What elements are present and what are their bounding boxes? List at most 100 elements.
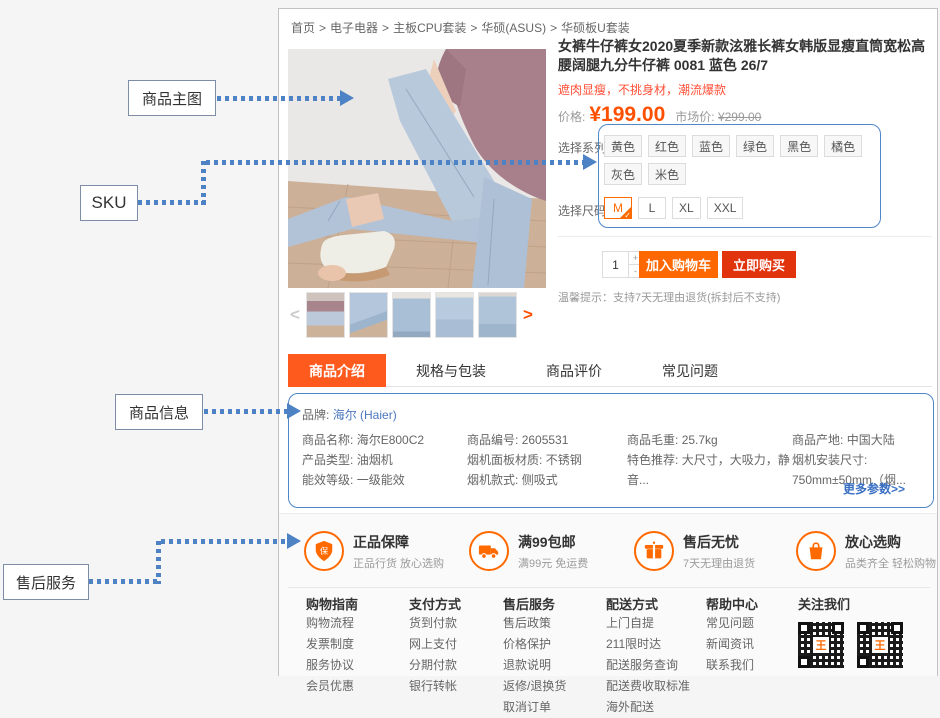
qr-code: 王	[857, 622, 903, 668]
footer-link[interactable]: 服务协议	[306, 655, 358, 676]
footer-column-payment: 支付方式 货到付款 网上支付 分期付款 银行转帐	[409, 594, 461, 697]
service-desc: 7天无理由退货	[683, 555, 755, 571]
qr-logo: 王	[872, 637, 888, 653]
thumbnail[interactable]	[349, 292, 388, 338]
buy-now-button[interactable]: 立即购买	[722, 251, 796, 278]
market-price-value: ¥299.00	[718, 110, 761, 124]
return-policy-tip: 温馨提示：支持7天无理由退货(拆封后不支持)	[558, 289, 780, 305]
annotation-service-arrowhead-icon	[287, 533, 301, 549]
annotation-main-image-arrowhead-icon	[340, 90, 354, 106]
annotation-main-image-label: 商品主图	[128, 80, 216, 116]
qr-finder	[798, 656, 810, 668]
annotation-info-arrowhead-icon	[287, 403, 301, 419]
service-item-shipping: 满99包邮 满99元 免运费	[469, 531, 588, 571]
divider	[288, 587, 930, 588]
breadcrumb-item[interactable]: 电子电器	[330, 21, 378, 35]
service-title: 放心选购	[845, 532, 936, 552]
bag-icon	[796, 531, 836, 571]
footer-column-shopping-guide: 购物指南 购物流程 发票制度 服务协议 会员优惠	[306, 594, 358, 697]
annotation-service-arrow-line	[156, 541, 161, 584]
giftbox-icon	[634, 531, 674, 571]
tab-faq[interactable]: 常见问题	[632, 354, 748, 387]
tab-reviews[interactable]: 商品评价	[516, 354, 632, 387]
breadcrumb-item[interactable]: 华硕板U套装	[561, 21, 630, 35]
tab-spec-package[interactable]: 规格与包装	[386, 354, 516, 387]
thumbnail[interactable]	[392, 292, 431, 338]
quantity-input[interactable]: 1	[602, 251, 629, 278]
spec-column: 商品毛重: 25.7kg 特色推荐: 大尺寸，大吸力，静音...	[627, 430, 792, 490]
annotation-info-arrow-line	[204, 409, 288, 414]
divider	[558, 236, 932, 237]
brand-link[interactable]: 海尔 (Haier)	[333, 408, 397, 422]
footer-link[interactable]: 货到付款	[409, 613, 461, 634]
breadcrumb-item[interactable]: 华硕(ASUS)	[481, 21, 546, 35]
breadcrumb-item[interactable]: 首页	[291, 21, 315, 35]
footer-column-title: 配送方式	[606, 594, 690, 613]
footer-link[interactable]: 发票制度	[306, 634, 358, 655]
footer-link[interactable]: 配送费收取标准	[606, 676, 690, 697]
breadcrumb-separator: >	[550, 21, 557, 35]
service-desc: 品类齐全 轻松购物	[845, 555, 936, 571]
annotation-sku-arrow-line	[206, 160, 583, 165]
thumbnail[interactable]	[478, 292, 517, 338]
footer-link[interactable]: 211限时达	[606, 634, 690, 655]
footer-link[interactable]: 分期付款	[409, 655, 461, 676]
footer-link[interactable]: 常见问题	[706, 613, 758, 634]
thumbnail[interactable]	[306, 292, 345, 338]
footer-column-aftersale: 售后服务 售后政策 价格保护 退款说明 返修/退换货 取消订单	[503, 594, 566, 718]
footer-column-help: 帮助中心 常见问题 新闻资讯 联系我们	[706, 594, 758, 676]
brand-row: 品牌: 海尔 (Haier)	[302, 406, 397, 423]
footer-link[interactable]: 新闻资讯	[706, 634, 758, 655]
spec-row: 产品类型: 油烟机	[302, 450, 467, 470]
tab-product-intro[interactable]: 商品介绍	[288, 354, 386, 387]
spec-row: 烟机款式: 侧吸式	[467, 470, 627, 490]
footer-link[interactable]: 配送服务查询	[606, 655, 690, 676]
prev-icon[interactable]: <	[288, 305, 302, 325]
footer-link[interactable]: 海外配送	[606, 697, 690, 718]
qr-finder	[891, 622, 903, 634]
breadcrumb-item[interactable]: 主板CPU套装	[393, 21, 466, 35]
footer-link[interactable]: 价格保护	[503, 634, 566, 655]
footer-link[interactable]: 售后政策	[503, 613, 566, 634]
product-main-image[interactable]	[288, 49, 546, 288]
quantity-stepper: 1 + -	[602, 251, 643, 278]
footer-column-follow-us: 关注我们 王 王	[798, 594, 916, 668]
spec-row: 特色推荐: 大尺寸，大吸力，静音...	[627, 450, 792, 490]
sku-highlight-box	[598, 124, 881, 228]
footer-link[interactable]: 会员优惠	[306, 676, 358, 697]
qr-logo: 王	[813, 637, 829, 653]
footer-column-title: 关注我们	[798, 594, 916, 613]
annotation-sku-arrow-line	[201, 161, 206, 205]
thumbnail[interactable]	[435, 292, 474, 338]
footer-link[interactable]: 银行转帐	[409, 676, 461, 697]
footer-link[interactable]: 网上支付	[409, 634, 461, 655]
service-item-assured: 放心选购 品类齐全 轻松购物	[796, 531, 936, 571]
footer-link[interactable]: 取消订单	[503, 697, 566, 718]
footer-link[interactable]: 返修/退换货	[503, 676, 566, 697]
footer-column-title: 支付方式	[409, 594, 461, 613]
footer-link[interactable]: 购物流程	[306, 613, 358, 634]
spec-row: 烟机面板材质: 不锈钢	[467, 450, 627, 470]
more-params-link[interactable]: 更多参数>>	[843, 480, 905, 497]
footer-link[interactable]: 上门自提	[606, 613, 690, 634]
annotation-service-arrow-line	[161, 539, 288, 544]
breadcrumb: 首页>电子电器>主板CPU套装>华硕(ASUS)>华硕板U套装	[289, 19, 632, 36]
footer-link[interactable]: 联系我们	[706, 655, 758, 676]
annotation-main-image-arrow-line	[217, 96, 341, 101]
product-page-panel: 首页>电子电器>主板CPU套装>华硕(ASUS)>华硕板U套装	[278, 8, 938, 676]
footer-column-title: 购物指南	[306, 594, 358, 613]
market-price-label: 市场价:	[675, 110, 714, 124]
annotation-sku-arrowhead-icon	[583, 154, 597, 170]
next-icon[interactable]: >	[521, 305, 535, 325]
add-to-cart-button[interactable]: 加入购物车	[639, 251, 718, 278]
annotation-service-label: 售后服务	[3, 564, 89, 600]
bottom-section: 保 正品保障 正品行货 放心选购 满99包邮 满99元 免运费	[279, 513, 937, 676]
annotation-sku-arrow-line	[138, 200, 206, 205]
svg-text:保: 保	[320, 546, 329, 556]
truck-icon	[469, 531, 509, 571]
qr-finder	[798, 622, 810, 634]
product-info-box: 品牌: 海尔 (Haier) 商品名称: 海尔E800C2 产品类型: 油烟机 …	[288, 393, 934, 508]
annotation-sku-label: SKU	[80, 185, 138, 221]
spec-row: 商品编号: 2605531	[467, 430, 627, 450]
footer-link[interactable]: 退款说明	[503, 655, 566, 676]
